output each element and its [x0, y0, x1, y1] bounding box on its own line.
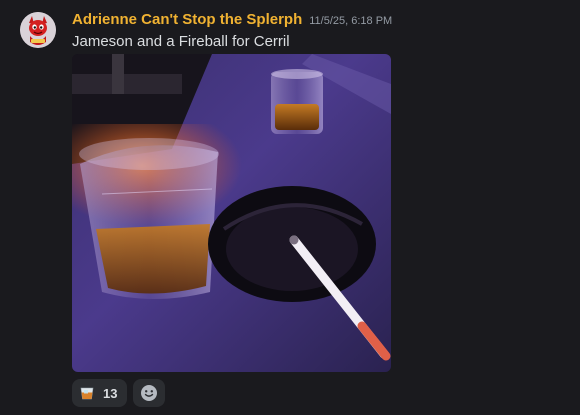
message-text: Jameson and a Fireball for Cerril [72, 33, 290, 50]
add-reaction-button[interactable] [133, 379, 166, 407]
reaction-count: 13 [103, 385, 118, 401]
message-timestamp[interactable]: 11/5/25, 6:18 PM [309, 15, 392, 27]
add-reaction-icon [141, 385, 158, 401]
chat-message: Adrienne Can't Stop the Splerph 11/5/25,… [0, 0, 580, 415]
image-attachment[interactable] [72, 54, 391, 372]
devil-avatar-icon [20, 12, 56, 48]
message-header: Adrienne Can't Stop the Splerph 11/5/25,… [72, 11, 392, 28]
bar-photo [72, 54, 391, 372]
avatar[interactable] [20, 12, 56, 48]
reaction-tumbler-glass[interactable]: 13 [72, 379, 128, 407]
tumbler-glass-icon [80, 387, 94, 400]
reactions-bar: 13 [72, 379, 166, 407]
author-username[interactable]: Adrienne Can't Stop the Splerph [72, 11, 302, 28]
